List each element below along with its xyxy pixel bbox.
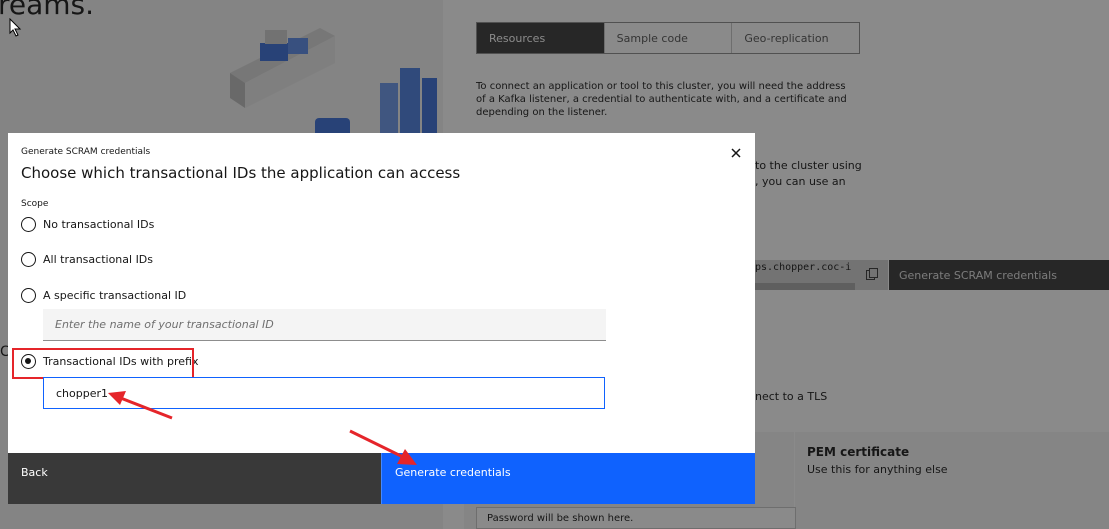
- radio-label: A specific transactional ID: [43, 289, 187, 302]
- back-button[interactable]: Back: [8, 453, 381, 504]
- generate-credentials-button[interactable]: Generate credentials: [381, 453, 755, 504]
- radio-button[interactable]: [21, 252, 36, 267]
- transactional-id-prefix-input[interactable]: [43, 377, 605, 409]
- close-icon[interactable]: [726, 143, 746, 163]
- radio-label: No transactional IDs: [43, 218, 155, 231]
- modal-footer: Back Generate credentials: [8, 453, 755, 504]
- mouse-pointer-icon: [9, 18, 22, 37]
- radio-button[interactable]: [21, 288, 36, 303]
- transactional-id-input[interactable]: [43, 309, 606, 341]
- radio-all-transactional-ids[interactable]: All transactional IDs: [21, 252, 153, 267]
- modal-title: Choose which transactional IDs the appli…: [21, 164, 461, 182]
- modal-label: Generate SCRAM credentials: [21, 147, 151, 157]
- annotation-highlight-box: [12, 348, 194, 379]
- radio-label: All transactional IDs: [43, 253, 154, 266]
- scope-label: Scope: [21, 199, 49, 209]
- generate-scram-modal: Generate SCRAM credentials Choose which …: [8, 133, 755, 504]
- radio-button[interactable]: [21, 217, 36, 232]
- radio-specific-transactional-id[interactable]: A specific transactional ID: [21, 288, 186, 303]
- radio-no-transactional-ids[interactable]: No transactional IDs: [21, 217, 154, 232]
